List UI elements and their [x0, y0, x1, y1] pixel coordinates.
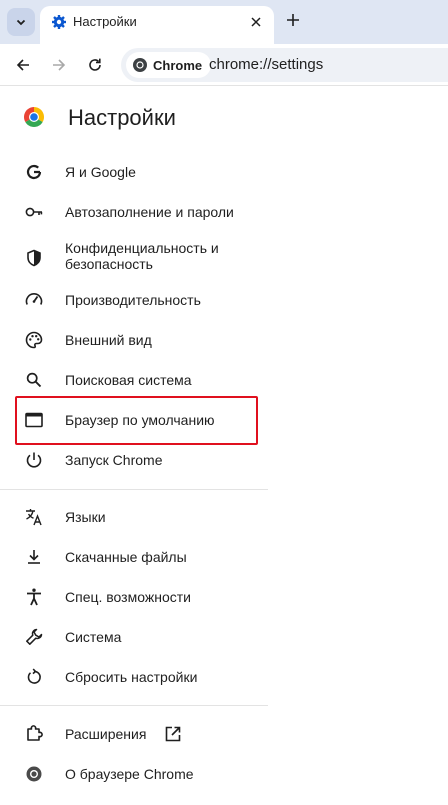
- arrow-left-icon: [16, 59, 29, 71]
- reload-button[interactable]: [83, 53, 107, 77]
- menu-item-accessibility[interactable]: Спец. возможности: [0, 577, 268, 617]
- menu-item-extensions[interactable]: Расширения: [0, 714, 268, 754]
- menu-item-reset[interactable]: Сбросить настройки: [0, 657, 268, 697]
- reload-icon: [89, 58, 101, 71]
- menu-item-downloads[interactable]: Скачанные файлы: [0, 537, 268, 577]
- google-g-icon: [24, 162, 44, 182]
- menu-divider: [0, 705, 268, 706]
- menu-item-appearance[interactable]: Внешний вид: [0, 320, 268, 360]
- external-link-icon: [165, 726, 181, 742]
- active-tab[interactable]: Настройки: [40, 6, 274, 44]
- menu-item-label: Конфиденциальность и безопасность: [65, 240, 219, 272]
- menu-item-search-engine[interactable]: Поисковая система: [0, 360, 268, 400]
- forward-button[interactable]: [47, 53, 71, 77]
- translate-icon: [24, 507, 44, 527]
- menu-item-about-chrome[interactable]: О браузере Chrome: [0, 754, 268, 794]
- menu-item-label: Сбросить настройки: [65, 669, 198, 685]
- palette-icon: [24, 330, 44, 350]
- menu-item-autofill[interactable]: Автозаполнение и пароли: [0, 192, 268, 232]
- toolbar: Chrome chrome://settings: [0, 44, 448, 86]
- menu-item-label: Система: [65, 629, 122, 645]
- download-icon: [24, 547, 44, 567]
- menu-item-label: Языки: [65, 509, 106, 525]
- key-icon: [24, 202, 44, 222]
- menu-item-label: Скачанные файлы: [65, 549, 187, 565]
- chrome-logo-icon: [24, 764, 44, 784]
- reset-icon: [24, 667, 44, 687]
- tab-title: Настройки: [73, 14, 137, 29]
- url-text: chrome://settings: [209, 56, 324, 73]
- menu-item-label: Производительность: [65, 292, 201, 308]
- wrench-icon: [24, 627, 44, 647]
- arrow-right-icon: [53, 59, 66, 71]
- site-info-chip[interactable]: Chrome: [126, 52, 212, 78]
- new-tab-button[interactable]: [282, 9, 304, 31]
- menu-item-languages[interactable]: Языки: [0, 497, 268, 537]
- menu-item-system[interactable]: Система: [0, 617, 268, 657]
- puzzle-icon: [24, 724, 44, 744]
- search-icon: [24, 370, 44, 390]
- chrome-logo-icon: [24, 107, 44, 127]
- menu-item-label: Внешний вид: [65, 332, 152, 348]
- menu-item-you-and-google[interactable]: Я и Google: [0, 152, 268, 192]
- address-bar[interactable]: Chrome chrome://settings: [121, 48, 448, 82]
- menu-item-label: Я и Google: [65, 164, 136, 180]
- chevron-down-icon: [16, 19, 26, 26]
- menu-item-label: Запуск Chrome: [65, 452, 163, 468]
- menu-item-label: Поисковая система: [65, 372, 192, 388]
- page-title: Настройки: [68, 105, 176, 130]
- menu-item-privacy[interactable]: Конфиденциальность и безопасность: [0, 238, 268, 278]
- menu-item-performance[interactable]: Производительность: [0, 280, 268, 320]
- menu-divider: [0, 489, 268, 490]
- tab-close-button[interactable]: [247, 13, 265, 31]
- plus-icon: [287, 14, 299, 26]
- tab-strip: Настройки: [0, 0, 448, 44]
- speedometer-icon: [24, 290, 44, 310]
- menu-item-on-startup[interactable]: Запуск Chrome: [0, 440, 268, 480]
- menu-item-label: Расширения: [65, 726, 147, 742]
- chip-label: Chrome: [153, 57, 203, 73]
- menu-item-label: Спец. возможности: [65, 589, 191, 605]
- close-icon: [251, 17, 261, 27]
- tab-search-button[interactable]: [7, 8, 35, 36]
- highlight-box: [15, 396, 258, 445]
- menu-item-label: О браузере Chrome: [65, 766, 194, 782]
- power-icon: [24, 450, 44, 470]
- shield-icon: [24, 248, 44, 268]
- accessibility-icon: [24, 587, 44, 607]
- menu-item-label: Автозаполнение и пароли: [65, 204, 234, 220]
- chrome-logo-icon: [133, 58, 147, 72]
- gear-icon: [52, 15, 66, 29]
- back-button[interactable]: [11, 53, 35, 77]
